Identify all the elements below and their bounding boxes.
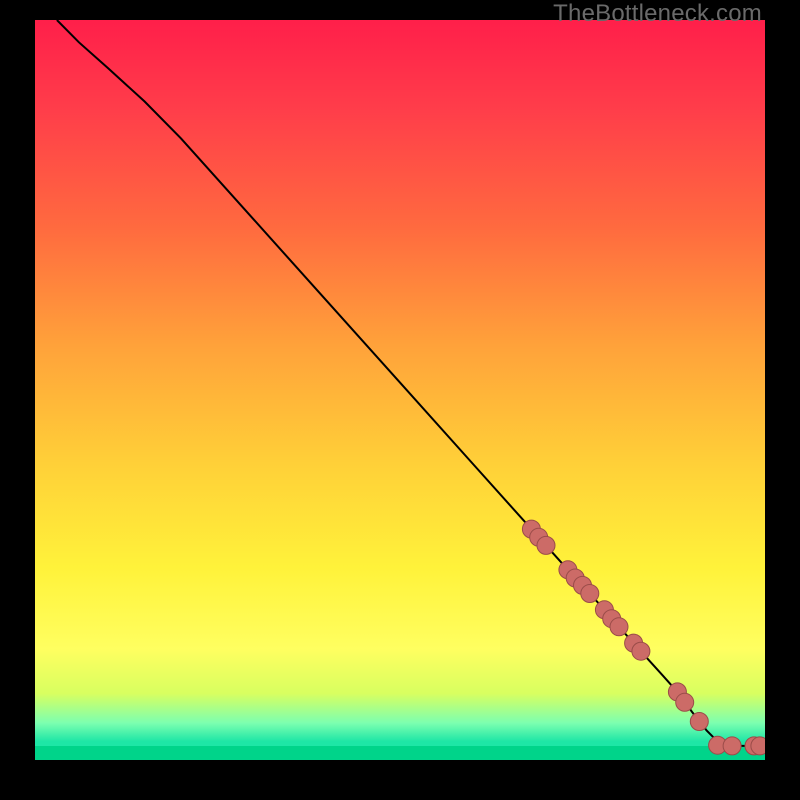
curve-line: [57, 20, 758, 746]
chart-overlay: [35, 20, 765, 760]
data-marker: [581, 585, 599, 603]
data-marker: [690, 713, 708, 731]
data-marker: [676, 693, 694, 711]
marker-group: [522, 520, 765, 755]
data-marker: [632, 642, 650, 660]
data-marker: [610, 618, 628, 636]
data-marker: [537, 536, 555, 554]
data-marker: [751, 737, 765, 755]
chart-stage: TheBottleneck.com: [0, 0, 800, 800]
data-marker: [723, 737, 741, 755]
